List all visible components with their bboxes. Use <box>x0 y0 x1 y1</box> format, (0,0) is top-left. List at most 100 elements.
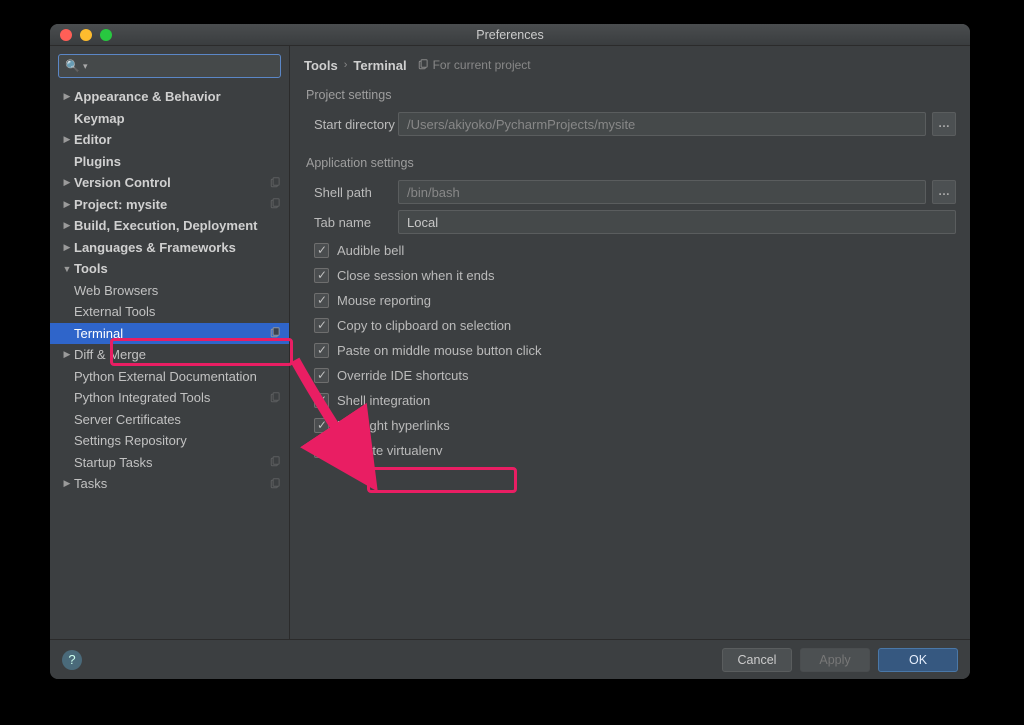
cancel-button[interactable]: Cancel <box>722 648 792 672</box>
sidebar-item-languages-frameworks[interactable]: ▶Languages & Frameworks <box>50 237 289 259</box>
copy-icon <box>269 478 281 490</box>
sidebar-item-diff-merge[interactable]: ▶Diff & Merge <box>50 344 289 366</box>
sidebar-item-label: Plugins <box>74 154 281 169</box>
sidebar-item-terminal[interactable]: Terminal <box>50 323 289 345</box>
check-icon: ✓ <box>317 243 327 257</box>
check-icon: ✓ <box>317 318 327 332</box>
sidebar-item-label: Diff & Merge <box>74 347 281 362</box>
sidebar-item-editor[interactable]: ▶Editor <box>50 129 289 151</box>
tab-name-label: Tab name <box>304 215 398 230</box>
checkbox-label: Highlight hyperlinks <box>337 418 450 433</box>
dialog-footer: ? Cancel Apply OK <box>50 639 970 679</box>
sidebar-item-external-tools[interactable]: External Tools <box>50 301 289 323</box>
sidebar-item-label: Web Browsers <box>74 283 281 298</box>
browse-button[interactable]: … <box>932 180 956 204</box>
checkbox-label: Override IDE shortcuts <box>337 368 469 383</box>
sidebar-item-web-browsers[interactable]: Web Browsers <box>50 280 289 302</box>
checkbox-label: Shell integration <box>337 393 430 408</box>
sidebar-item-version-control[interactable]: ▶Version Control <box>50 172 289 194</box>
sidebar-item-tools[interactable]: ▼Tools <box>50 258 289 280</box>
main-panel: Tools › Terminal For current project Pro… <box>290 46 970 639</box>
chevron-icon: ▶ <box>62 220 72 231</box>
checkbox-box[interactable]: ✓ <box>314 443 329 458</box>
checkbox-box[interactable]: ✓ <box>314 343 329 358</box>
browse-button[interactable]: … <box>932 112 956 136</box>
sidebar-item-label: Settings Repository <box>74 433 281 448</box>
copy-icon <box>269 327 281 339</box>
chevron-icon: ▼ <box>62 264 72 274</box>
checkbox-box[interactable]: ✓ <box>314 318 329 333</box>
copy-icon <box>269 456 281 468</box>
sidebar-item-server-certificates[interactable]: Server Certificates <box>50 409 289 431</box>
apply-button[interactable]: Apply <box>800 648 870 672</box>
section-title: Project settings <box>306 88 956 102</box>
sidebar-item-label: Version Control <box>74 175 269 190</box>
window-title: Preferences <box>50 28 970 42</box>
checkbox-paste-on-middle-mouse-button-click[interactable]: ✓ Paste on middle mouse button click <box>304 338 956 363</box>
checkbox-highlight-hyperlinks[interactable]: ✓ Highlight hyperlinks <box>304 413 956 438</box>
checkbox-box[interactable]: ✓ <box>314 293 329 308</box>
search-input[interactable]: 🔍 ▾ <box>58 54 281 78</box>
sidebar-item-plugins[interactable]: Plugins <box>50 151 289 173</box>
tab-name-input[interactable]: Local <box>398 210 956 234</box>
sidebar-item-keymap[interactable]: Keymap <box>50 108 289 130</box>
sidebar-item-label: Build, Execution, Deployment <box>74 218 281 233</box>
sidebar-item-python-integrated-tools[interactable]: Python Integrated Tools <box>50 387 289 409</box>
tab-name-value: Local <box>407 215 438 230</box>
preferences-window: Preferences 🔍 ▾ ▶Appearance & BehaviorKe… <box>50 24 970 679</box>
sidebar-item-build-execution-deployment[interactable]: ▶Build, Execution, Deployment <box>50 215 289 237</box>
breadcrumb-root[interactable]: Tools <box>304 58 338 73</box>
chevron-right-icon: › <box>344 59 348 71</box>
sidebar-item-tasks[interactable]: ▶Tasks <box>50 473 289 495</box>
chevron-icon: ▶ <box>62 349 72 360</box>
checkbox-close-session-when-it-ends[interactable]: ✓ Close session when it ends <box>304 263 956 288</box>
checkbox-shell-integration[interactable]: ✓ Shell integration <box>304 388 956 413</box>
sidebar-item-label: Keymap <box>74 111 281 126</box>
checkbox-box[interactable]: ✓ <box>314 268 329 283</box>
sidebar-item-label: Editor <box>74 132 281 147</box>
checkbox-label: Audible bell <box>337 243 404 258</box>
checkbox-label: Paste on middle mouse button click <box>337 343 542 358</box>
chevron-icon: ▶ <box>62 199 72 210</box>
shell-path-input[interactable]: /bin/bash <box>398 180 926 204</box>
sidebar-item-settings-repository[interactable]: Settings Repository <box>50 430 289 452</box>
sidebar-item-label: Startup Tasks <box>74 455 269 470</box>
copy-icon <box>269 198 281 210</box>
start-directory-input[interactable]: /Users/akiyoko/PycharmProjects/mysite <box>398 112 926 136</box>
sidebar-item-label: Languages & Frameworks <box>74 240 281 255</box>
checkbox-box[interactable]: ✓ <box>314 243 329 258</box>
chevron-icon: ▶ <box>62 478 72 489</box>
copy-icon <box>417 59 429 71</box>
titlebar: Preferences <box>50 24 970 46</box>
start-directory-value: /Users/akiyoko/PycharmProjects/mysite <box>407 117 635 132</box>
sidebar-item-startup-tasks[interactable]: Startup Tasks <box>50 452 289 474</box>
sidebar-tree: ▶Appearance & BehaviorKeymap▶EditorPlugi… <box>50 84 289 639</box>
sidebar-item-label: Appearance & Behavior <box>74 89 281 104</box>
ok-button[interactable]: OK <box>878 648 958 672</box>
checkbox-copy-to-clipboard-on-selection[interactable]: ✓Copy to clipboard on selection <box>304 313 956 338</box>
chevron-icon: ▶ <box>62 177 72 188</box>
checkbox-box[interactable]: ✓ <box>314 368 329 383</box>
checkbox-activate-virtualenv[interactable]: ✓ Activate virtualenv <box>304 438 956 463</box>
sidebar-item-label: Tools <box>74 261 281 276</box>
checkbox-mouse-reporting[interactable]: ✓Mouse reporting <box>304 288 956 313</box>
sidebar-item-label: Python Integrated Tools <box>74 390 269 405</box>
checkbox-box[interactable]: ✓ <box>314 393 329 408</box>
sidebar: 🔍 ▾ ▶Appearance & BehaviorKeymap▶EditorP… <box>50 46 290 639</box>
check-icon: ✓ <box>317 393 327 407</box>
checkbox-audible-bell[interactable]: ✓ Audible bell <box>304 238 956 263</box>
project-scope-label: For current project <box>433 58 531 72</box>
checkbox-label: Activate virtualenv <box>337 443 443 458</box>
check-icon: ✓ <box>317 443 327 457</box>
checkbox-box[interactable]: ✓ <box>314 418 329 433</box>
checkbox-list: ✓ Audible bell ✓ Close session when it ends… <box>304 238 956 463</box>
help-button[interactable]: ? <box>62 650 82 670</box>
checkbox-override-ide-shortcuts[interactable]: ✓ Override IDE shortcuts <box>304 363 956 388</box>
shell-path-value: /bin/bash <box>407 185 460 200</box>
sidebar-item-appearance-behavior[interactable]: ▶Appearance & Behavior <box>50 86 289 108</box>
start-directory-label: Start directory <box>304 117 398 132</box>
checkbox-label: Close session when it ends <box>337 268 495 283</box>
sidebar-item-python-external-documentation[interactable]: Python External Documentation <box>50 366 289 388</box>
sidebar-item-project-mysite[interactable]: ▶Project: mysite <box>50 194 289 216</box>
application-settings-section: Application settings Shell path /bin/bas… <box>304 156 956 463</box>
